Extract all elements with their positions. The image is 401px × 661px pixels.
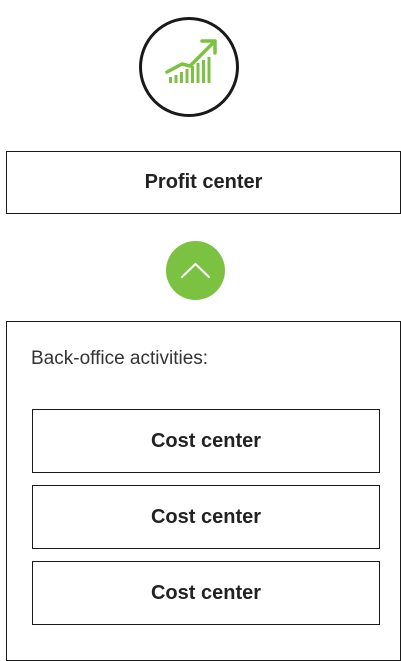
chevron-up-icon: [181, 263, 210, 278]
cost-center-label: Cost center: [150, 505, 262, 528]
profit-center-box: Profit center: [6, 151, 401, 214]
back-office-label: Back-office activities:: [31, 348, 209, 369]
up-button[interactable]: [166, 241, 225, 300]
cost-center-label: Cost center: [150, 429, 262, 452]
cost-center-label: Cost center: [150, 581, 262, 604]
profit-center-label: Profit center: [144, 171, 263, 193]
cost-center-box: Cost center: [32, 561, 380, 625]
back-office-panel: Back-office activities: Cost center Cost…: [6, 321, 401, 661]
cost-center-box: Cost center: [32, 485, 380, 549]
growth-chart-icon: [139, 17, 239, 117]
cost-center-box: Cost center: [32, 409, 380, 473]
